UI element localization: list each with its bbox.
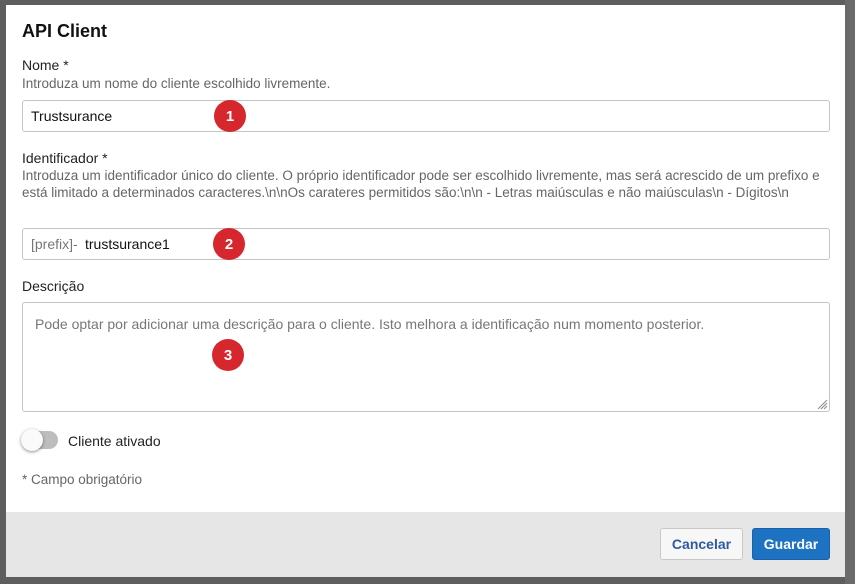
name-label: Nome *: [22, 57, 69, 73]
identifier-input[interactable]: [prefix]- trustsurance1: [22, 228, 830, 260]
dialog-footer: Cancelar Guardar: [6, 512, 845, 577]
description-placeholder: Pode optar por adicionar uma descrição p…: [35, 316, 705, 332]
identifier-help-text: Introduza um identificador único do clie…: [22, 168, 820, 200]
step-marker-1: 1: [214, 100, 246, 132]
identifier-input-value: trustsurance1: [85, 236, 170, 252]
toggle-knob: [21, 429, 43, 451]
resize-grip-icon[interactable]: [816, 398, 828, 410]
description-textarea[interactable]: Pode optar por adicionar uma descrição p…: [22, 302, 830, 412]
name-help-text: Introduza um nome do cliente escolhido l…: [22, 76, 331, 91]
client-enabled-toggle[interactable]: [21, 429, 58, 451]
name-input[interactable]: Trustsurance: [22, 100, 830, 132]
name-input-value: Trustsurance: [31, 108, 113, 124]
identifier-prefix: [prefix]-: [31, 236, 78, 252]
step-marker-2: 2: [213, 228, 245, 260]
step-marker-3: 3: [212, 339, 244, 371]
identifier-label: Identificador *: [22, 150, 108, 166]
api-client-dialog: API Client Nome * Introduza um nome do c…: [6, 5, 845, 577]
dialog-title: API Client: [22, 21, 108, 41]
description-label: Descrição: [22, 278, 85, 294]
background-page: [845, 0, 855, 584]
cancel-button[interactable]: Cancelar: [660, 528, 743, 560]
required-field-note: * Campo obrigatório: [22, 472, 143, 487]
save-button[interactable]: Guardar: [752, 528, 830, 560]
client-enabled-label: Cliente ativado: [68, 433, 161, 449]
